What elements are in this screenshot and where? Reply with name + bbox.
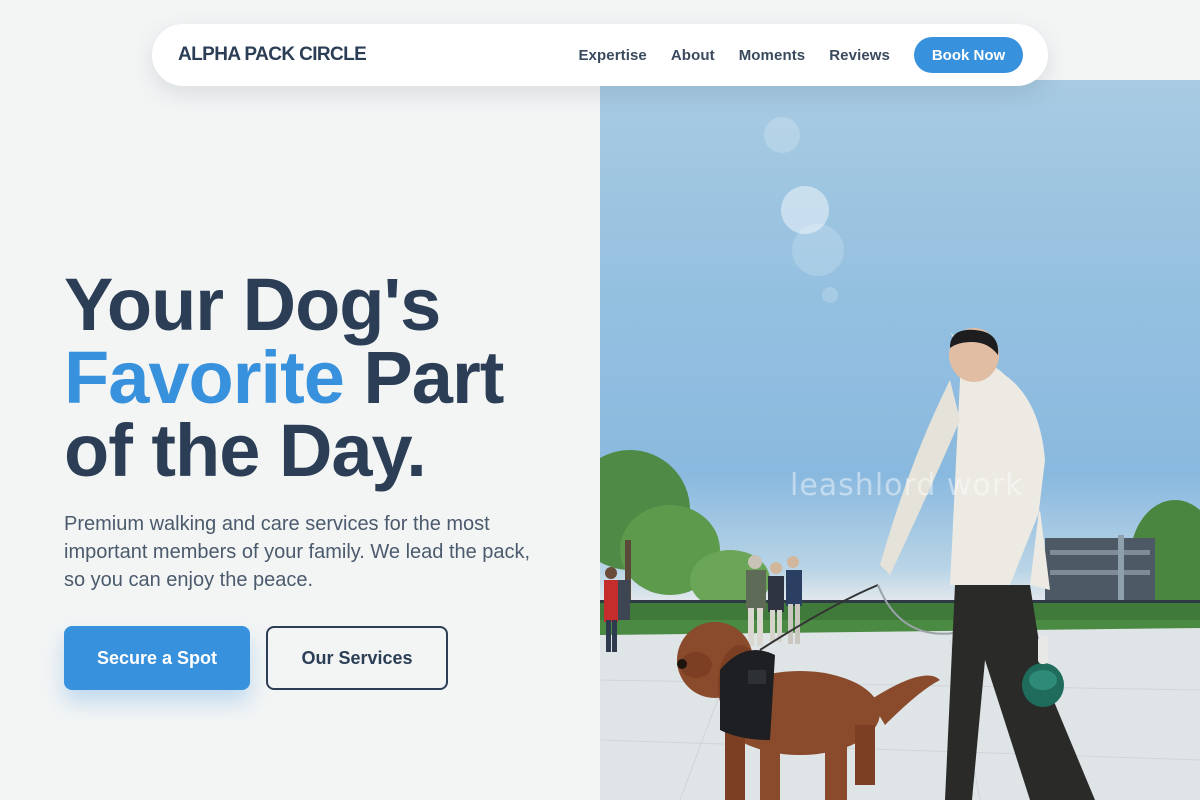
book-now-button[interactable]: Book Now [914,37,1023,73]
headline-line-3: of the Day. [64,409,427,492]
secure-a-spot-button[interactable]: Secure a Spot [64,626,250,690]
dog-walk-illustration [600,117,1200,800]
nav-link-reviews[interactable]: Reviews [829,47,890,64]
photo-watermark: leashlord work [790,468,1024,503]
brand-logo[interactable]: ALPHA PACK CIRCLE [178,44,367,66]
landing-page: leashlord work ALPHA PACK CIRCLE Experti… [0,0,1200,800]
top-navbar: ALPHA PACK CIRCLE Expertise About Moment… [152,24,1048,86]
our-services-button[interactable]: Our Services [266,626,448,690]
headline-accent: Favorite [64,336,345,419]
hero-photo: leashlord work [600,80,1200,800]
nav-links: Expertise About Moments Reviews Book Now [578,37,1023,73]
hero-headline: Your Dog's Favorite Part of the Day. [64,268,584,488]
headline-line-1: Your Dog's [64,263,441,346]
nav-link-about[interactable]: About [671,47,715,64]
hero-subtitle: Premium walking and care services for th… [64,513,531,591]
headline-line-2: Part [343,336,504,419]
nav-link-moments[interactable]: Moments [739,47,806,64]
nav-link-expertise[interactable]: Expertise [578,47,646,64]
